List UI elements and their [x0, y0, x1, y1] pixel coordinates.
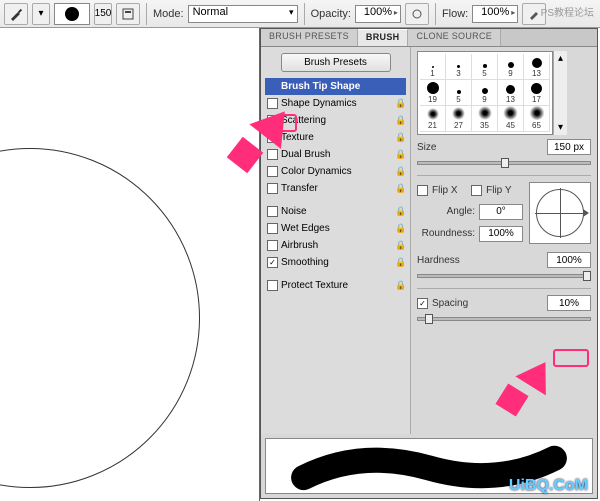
option-label: Airbrush [281, 240, 318, 251]
option-label: Shape Dynamics [281, 98, 357, 109]
watermark: UiBQ.CoM [509, 477, 588, 495]
watermark-corner: PS教程论坛 [541, 4, 594, 19]
hardness-slider[interactable] [417, 274, 591, 278]
brush-tip-13[interactable]: 13 [524, 54, 550, 80]
tab-brush[interactable]: BRUSH [358, 29, 409, 46]
option-checkbox[interactable] [267, 240, 278, 251]
tablet-opacity-icon[interactable] [405, 3, 429, 25]
brush-tip-3[interactable]: 3 [446, 54, 472, 80]
spacing-checkbox[interactable] [417, 298, 428, 309]
opacity-input[interactable]: 100% [355, 5, 401, 23]
option-noise[interactable]: Noise 🔒 [265, 203, 406, 220]
option-transfer[interactable]: Transfer 🔒 [265, 180, 406, 197]
circle-path [0, 148, 200, 488]
highlight-spacing-value [553, 349, 589, 367]
brush-presets-button[interactable]: Brush Presets [281, 53, 391, 72]
opacity-label: Opacity: [311, 8, 351, 20]
option-wet-edges[interactable]: Wet Edges 🔒 [265, 220, 406, 237]
brush-tip-45[interactable]: 45 [498, 106, 524, 132]
canvas[interactable] [0, 28, 260, 501]
brush-tip-5[interactable]: 5 [472, 54, 498, 80]
brush-tip-27[interactable]: 27 [446, 106, 472, 132]
brush-tip-grid[interactable]: 135913195913172127354565 [417, 51, 553, 135]
lock-icon: 🔒 [395, 149, 404, 160]
hardness-input[interactable]: 100% [547, 252, 591, 268]
option-checkbox[interactable] [267, 257, 278, 268]
brush-options-list: Brush Presets Brush Tip Shape Shape Dyna… [261, 47, 411, 434]
spacing-label: Spacing [432, 298, 468, 309]
roundness-label: Roundness: [417, 228, 475, 239]
option-label: Protect Texture [281, 280, 348, 291]
lock-icon: 🔒 [395, 183, 404, 194]
option-smoothing[interactable]: Smoothing 🔒 [265, 254, 406, 271]
brush-tip-shape-row[interactable]: Brush Tip Shape [265, 78, 406, 95]
option-label: Transfer [281, 183, 318, 194]
option-checkbox[interactable] [267, 206, 278, 217]
tab-brush-presets[interactable]: BRUSH PRESETS [261, 29, 358, 46]
brush-settings: 135913195913172127354565 ▴▾ Size 150 px … [411, 47, 597, 434]
brush-size-dropdown[interactable]: 150 [94, 3, 112, 25]
brush-tip-65[interactable]: 65 [524, 106, 550, 132]
panel-tabs: BRUSH PRESETS BRUSH CLONE SOURCE [261, 29, 597, 47]
lock-icon: 🔒 [395, 132, 404, 143]
angle-label: Angle: [417, 206, 475, 217]
lock-icon: 🔒 [395, 98, 404, 109]
brush-panel-toggle-icon[interactable] [116, 3, 140, 25]
option-airbrush[interactable]: Airbrush 🔒 [265, 237, 406, 254]
lock-icon: 🔒 [395, 115, 404, 126]
blend-mode-select[interactable]: Normal [188, 5, 298, 23]
size-slider[interactable] [417, 161, 591, 165]
option-checkbox[interactable] [267, 280, 278, 291]
brush-panel: BRUSH PRESETS BRUSH CLONE SOURCE Brush P… [260, 28, 598, 499]
flipx-checkbox[interactable] [417, 185, 428, 196]
mode-label: Mode: [153, 8, 184, 20]
flow-input[interactable]: 100% [472, 5, 518, 23]
lock-icon: 🔒 [395, 166, 404, 177]
brush-tool-icon[interactable] [4, 3, 28, 25]
brush-tip-21[interactable]: 21 [420, 106, 446, 132]
brush-tip-35[interactable]: 35 [472, 106, 498, 132]
spacing-slider[interactable] [417, 317, 591, 321]
lock-icon: 🔒 [395, 206, 404, 217]
option-checkbox[interactable] [267, 223, 278, 234]
grid-scrollbar[interactable]: ▴▾ [553, 51, 567, 135]
brush-tip-13[interactable]: 13 [498, 80, 524, 106]
brush-tip-1[interactable]: 1 [420, 54, 446, 80]
brush-tip-9[interactable]: 9 [472, 80, 498, 106]
brush-tip-17[interactable]: 17 [524, 80, 550, 106]
option-dual-brush[interactable]: Dual Brush 🔒 [265, 146, 406, 163]
roundness-input[interactable]: 100% [479, 226, 523, 242]
brush-tip-9[interactable]: 9 [498, 54, 524, 80]
option-label: Color Dynamics [281, 166, 352, 177]
option-checkbox[interactable] [267, 149, 278, 160]
size-input[interactable]: 150 px [547, 139, 591, 155]
flipy-checkbox[interactable] [471, 185, 482, 196]
brush-preview-chip[interactable] [54, 3, 90, 25]
brush-tip-19[interactable]: 19 [420, 80, 446, 106]
brush-tip-5[interactable]: 5 [446, 80, 472, 106]
tool-preset-dropdown[interactable]: ▾ [32, 3, 50, 25]
tab-clone-source[interactable]: CLONE SOURCE [408, 29, 501, 46]
option-checkbox[interactable] [267, 166, 278, 177]
angle-dial[interactable] [529, 182, 591, 244]
lock-icon: 🔒 [395, 240, 404, 251]
lock-icon: 🔒 [395, 280, 404, 291]
option-label: Smoothing [281, 257, 329, 268]
option-label: Dual Brush [281, 149, 330, 160]
option-shape-dynamics[interactable]: Shape Dynamics 🔒 [265, 95, 406, 112]
option-label: Noise [281, 206, 307, 217]
option-protect-texture[interactable]: Protect Texture 🔒 [265, 277, 406, 294]
options-bar: ▾ 150 Mode: Normal Opacity: 100% Flow: 1… [0, 0, 600, 28]
flow-label: Flow: [442, 8, 468, 20]
option-color-dynamics[interactable]: Color Dynamics 🔒 [265, 163, 406, 180]
spacing-input[interactable]: 10% [547, 295, 591, 311]
size-label: Size [417, 142, 436, 153]
lock-icon: 🔒 [395, 257, 404, 268]
hardness-label: Hardness [417, 255, 460, 266]
angle-input[interactable]: 0° [479, 204, 523, 220]
option-checkbox[interactable] [267, 183, 278, 194]
lock-icon: 🔒 [395, 223, 404, 234]
option-label: Wet Edges [281, 223, 330, 234]
